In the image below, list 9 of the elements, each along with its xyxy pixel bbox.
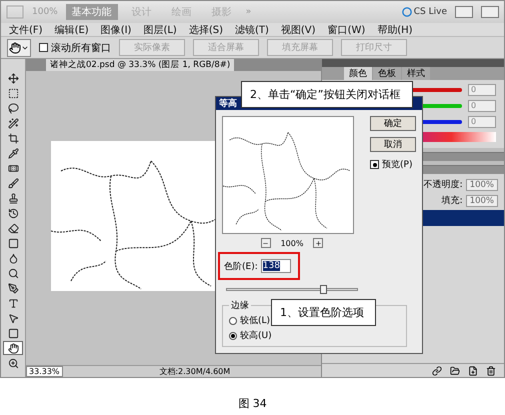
edge-group-label: 边缘 <box>230 300 250 312</box>
opacity-label: 不透明度: <box>424 178 463 191</box>
preview-zoom-text: 100% <box>280 238 304 248</box>
figure-caption: 图 34 <box>238 396 267 411</box>
document-size-text: 文档:2.30M/4.60M <box>158 366 232 377</box>
callout-tooltip: 2、单击“确定”按钮关闭对话框 <box>241 81 413 108</box>
callout-tooltip: 1、设置色阶选项 <box>271 299 376 326</box>
fill-label: 填充: <box>442 194 463 207</box>
level-label: 色阶(E): <box>224 260 258 272</box>
